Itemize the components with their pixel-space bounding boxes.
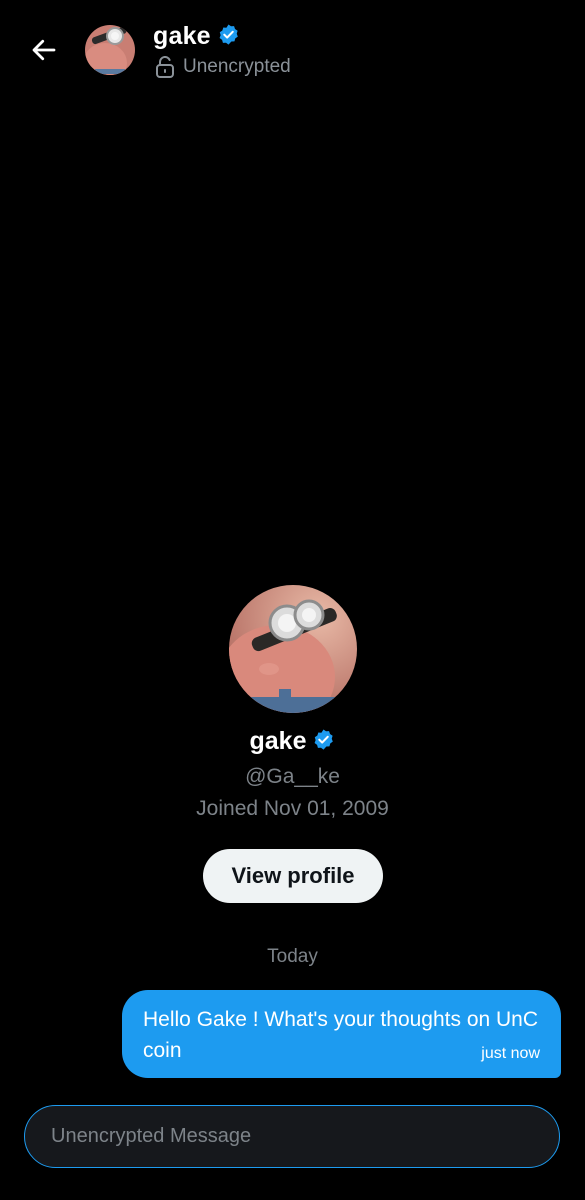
- avatar-image: [85, 25, 135, 75]
- back-button[interactable]: [24, 30, 64, 70]
- profile-joined-date: Joined Nov 01, 2009: [196, 797, 389, 820]
- arrow-left-icon: [32, 39, 56, 61]
- date-divider: Today: [267, 946, 318, 967]
- message-timestamp: just now: [481, 1045, 540, 1062]
- encryption-status: Unencrypted: [155, 56, 291, 78]
- message-bubble-sent[interactable]: Hello Gake ! What's your thoughts on UnC…: [122, 990, 561, 1078]
- message-input[interactable]: [49, 1124, 533, 1149]
- verified-badge-icon: [217, 23, 240, 51]
- conversation-header: gake Unencrypted: [0, 0, 585, 96]
- unlocked-padlock-icon: [156, 56, 174, 78]
- profile-display-name: gake: [249, 727, 307, 755]
- avatar-image: [229, 585, 357, 713]
- message-composer[interactable]: [24, 1105, 560, 1168]
- view-profile-button[interactable]: View profile: [203, 849, 383, 903]
- header-avatar[interactable]: [85, 25, 135, 75]
- header-username[interactable]: gake: [153, 22, 211, 51]
- encryption-status-label: Unencrypted: [183, 56, 291, 77]
- verified-badge-icon: [312, 728, 335, 756]
- profile-handle: @Ga__ke: [245, 765, 340, 788]
- profile-avatar[interactable]: [229, 585, 357, 713]
